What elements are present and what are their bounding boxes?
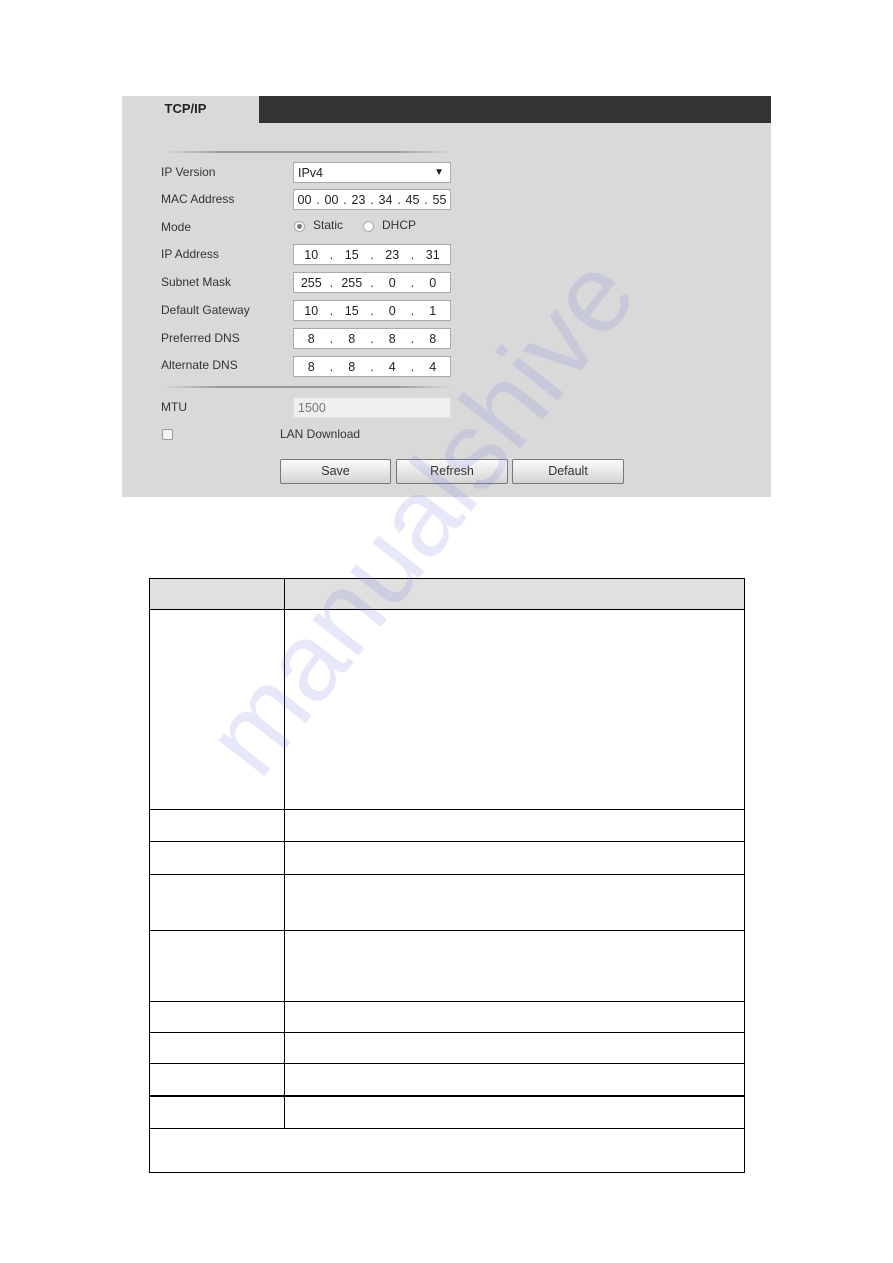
octet[interactable]: 34 [375, 193, 396, 207]
octet[interactable]: 45 [402, 193, 423, 207]
mode-radio-group: Static DHCP [293, 218, 453, 235]
table-row [149, 809, 745, 842]
octet[interactable]: 23 [348, 193, 369, 207]
ip-address-label: IP Address [161, 247, 219, 261]
subnet-mask-label: Subnet Mask [161, 275, 232, 289]
table-row [149, 1063, 745, 1097]
refresh-button[interactable]: Refresh [396, 459, 508, 484]
octet[interactable]: 255 [294, 276, 329, 290]
octet[interactable]: 15 [335, 248, 370, 262]
mode-label: Mode [161, 220, 192, 234]
alternate-dns-field[interactable]: 8. 8. 4. 4 [293, 356, 451, 377]
octet[interactable]: 0 [416, 276, 451, 290]
default-gateway-label: Default Gateway [161, 303, 250, 317]
radio-dhcp[interactable] [363, 221, 374, 232]
ip-address-field[interactable]: 10. 15. 23. 31 [293, 244, 451, 265]
subnet-mask-field[interactable]: 255. 255. 0. 0 [293, 272, 451, 293]
octet[interactable]: 55 [429, 193, 450, 207]
mtu-label: MTU [161, 400, 187, 414]
table-row [149, 1032, 745, 1064]
mac-address-label: MAC Address [161, 192, 235, 206]
alternate-dns-label: Alternate DNS [161, 358, 238, 372]
mac-address-field[interactable]: 00. 00. 23. 34. 45. 55 [293, 189, 451, 210]
table-row [149, 1095, 745, 1129]
table-row [149, 1001, 745, 1033]
table-row [149, 609, 745, 810]
octet[interactable]: 23 [375, 248, 410, 262]
octet[interactable]: 8 [375, 332, 410, 346]
octet[interactable]: 8 [335, 332, 370, 346]
octet[interactable]: 8 [294, 360, 329, 374]
octet[interactable]: 10 [294, 248, 329, 262]
table-row [149, 841, 745, 875]
octet[interactable]: 0 [375, 276, 410, 290]
lan-download-checkbox[interactable] [162, 429, 173, 440]
save-button[interactable]: Save [280, 459, 391, 484]
octet[interactable]: 4 [375, 360, 410, 374]
tcpip-settings-panel: TCP/IP IP Version IPv4 ▼ MAC Address 00.… [122, 96, 771, 497]
octet[interactable]: 31 [416, 248, 451, 262]
ip-version-value: IPv4 [298, 165, 324, 180]
table-header-row [149, 578, 745, 610]
lan-download-label: LAN Download [280, 427, 361, 441]
mtu-field[interactable]: 1500 [293, 397, 451, 418]
table-row [149, 930, 745, 1002]
tab-tcpip[interactable]: TCP/IP [122, 96, 259, 123]
preferred-dns-label: Preferred DNS [161, 331, 240, 345]
table-note-row [149, 1128, 745, 1173]
dropdown-arrow-icon: ▼ [434, 167, 444, 178]
preferred-dns-field[interactable]: 8. 8. 8. 8 [293, 328, 451, 349]
divider [162, 386, 452, 388]
octet[interactable]: 0 [375, 304, 410, 318]
divider [165, 151, 451, 153]
octet[interactable]: 00 [321, 193, 342, 207]
octet[interactable]: 8 [335, 360, 370, 374]
octet[interactable]: 8 [416, 332, 451, 346]
octet[interactable]: 8 [294, 332, 329, 346]
table-row [149, 874, 745, 931]
octet[interactable]: 00 [294, 193, 315, 207]
octet[interactable]: 15 [335, 304, 370, 318]
octet[interactable]: 1 [416, 304, 451, 318]
octet[interactable]: 255 [335, 276, 370, 290]
octet[interactable]: 10 [294, 304, 329, 318]
radio-dhcp-label: DHCP [382, 218, 417, 232]
ip-version-select[interactable]: IPv4 ▼ [293, 162, 451, 183]
parameter-table [149, 578, 745, 1173]
octet[interactable]: 4 [416, 360, 451, 374]
ip-version-label: IP Version [161, 165, 216, 179]
default-button[interactable]: Default [512, 459, 624, 484]
default-gateway-field[interactable]: 10. 15. 0. 1 [293, 300, 451, 321]
radio-static-label: Static [313, 218, 344, 232]
radio-static[interactable] [294, 221, 305, 232]
